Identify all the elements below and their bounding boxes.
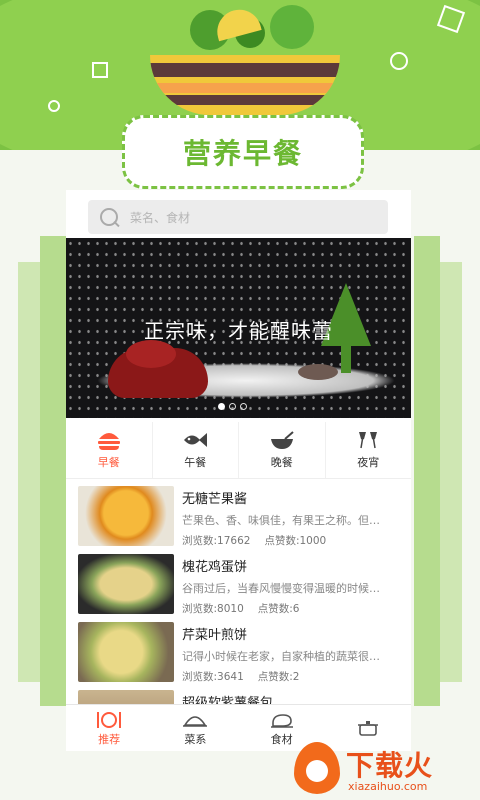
list-item[interactable]: 槐花鸡蛋饼 谷雨过后，当春风慢慢变得温暖的时候… 浏览数:8010 点赞数:6 [78, 554, 408, 622]
tab-label: 午餐 [184, 456, 207, 469]
food-image [126, 340, 176, 368]
lettuce-illustration [270, 5, 314, 49]
cloche-icon [182, 709, 208, 731]
bowl-illustration [150, 55, 340, 115]
search-placeholder: 菜名、食材 [130, 210, 191, 225]
tab-label: 晚餐 [270, 456, 293, 469]
rock-image [298, 364, 338, 380]
search-input[interactable]: 菜名、食材 [88, 200, 388, 234]
square-decoration [92, 62, 108, 78]
pot-icon [355, 717, 381, 739]
recipe-thumbnail [78, 622, 174, 682]
tab-label: 早餐 [97, 456, 120, 469]
side-decoration [18, 262, 40, 682]
side-decoration [440, 262, 462, 682]
chicken-icon [269, 709, 295, 731]
tab-label: 菜系 [184, 733, 207, 746]
carousel-indicator[interactable] [218, 403, 247, 410]
tab-label: 食材 [270, 733, 293, 746]
recipe-stats: 浏览数:17662 点赞数:1000 [182, 533, 404, 548]
tab-dinner[interactable]: 晚餐 [238, 422, 325, 478]
view-count: 浏览数:3641 [182, 671, 244, 683]
side-decoration [40, 236, 66, 706]
recipe-title: 槐花鸡蛋饼 [182, 560, 248, 575]
recipe-thumbnail [78, 554, 174, 614]
like-count: 点赞数:2 [257, 671, 300, 683]
recipe-desc: 记得小时候在老家，自家种植的蔬菜很… [182, 650, 380, 663]
recipe-thumbnail [78, 486, 174, 546]
side-decoration [414, 236, 440, 706]
carousel-banner[interactable]: 正宗味，才能醒味蕾 [66, 238, 411, 418]
view-count: 浏览数:17662 [182, 535, 251, 547]
tab-late-night[interactable]: 夜宵 [324, 422, 412, 478]
page-title-badge: 营养早餐 [122, 115, 364, 189]
wine-glasses-icon [356, 430, 380, 450]
meal-category-tabs: 早餐 午餐 晚餐 夜宵 [66, 422, 411, 479]
tab-breakfast[interactable]: 早餐 [66, 422, 152, 478]
watermark-url: xiazaihuo.com [348, 780, 428, 793]
list-item[interactable]: 芹菜叶煎饼 记得小时候在老家，自家种植的蔬菜很… 浏览数:3641 点赞数:2 [78, 622, 408, 690]
banner-caption: 正宗味，才能醒味蕾 [144, 319, 333, 343]
flame-icon [294, 742, 340, 794]
recipe-desc: 谷雨过后，当春风慢慢变得温暖的时候… [182, 582, 380, 595]
bowl-icon [269, 430, 295, 450]
tab-label: 夜宵 [357, 456, 380, 469]
burger-icon [97, 430, 121, 450]
recipe-title: 芹菜叶煎饼 [182, 628, 248, 643]
tab-lunch[interactable]: 午餐 [151, 422, 239, 478]
ring-decoration [390, 52, 408, 70]
carousel-dot[interactable] [229, 403, 236, 410]
like-count: 点赞数:1000 [264, 535, 327, 547]
list-item[interactable]: 无糖芒果酱 芒果色、香、味俱佳，有果王之称。但… 浏览数:17662 点赞数:10… [78, 486, 408, 554]
watermark-text: 下载火 [346, 749, 434, 782]
view-count: 浏览数:8010 [182, 603, 244, 615]
tab-cuisine[interactable]: 菜系 [152, 705, 238, 751]
search-icon [100, 208, 118, 226]
tab-recommend[interactable]: 推荐 [66, 705, 152, 751]
app-screen: 菜名、食材 正宗味，才能醒味蕾 早餐 午餐 晚餐 夜宵 无糖芒果酱 芒果色、香、… [66, 190, 411, 750]
ring-decoration [48, 100, 60, 112]
tab-label: 推荐 [98, 733, 121, 746]
like-count: 点赞数:6 [257, 603, 300, 615]
carousel-dot[interactable] [218, 403, 225, 410]
recipe-title: 无糖芒果酱 [182, 492, 248, 507]
plate-cutlery-icon [96, 709, 122, 731]
carousel-dot[interactable] [240, 403, 247, 410]
recipe-stats: 浏览数:8010 点赞数:6 [182, 601, 404, 616]
page-title: 营养早餐 [182, 137, 303, 170]
watermark-logo: 下载火 xiazaihuo.com [292, 740, 480, 800]
recipe-desc: 芒果色、香、味俱佳，有果王之称。但… [182, 514, 380, 527]
fish-icon [182, 430, 208, 450]
recipe-stats: 浏览数:3641 点赞数:2 [182, 669, 404, 684]
